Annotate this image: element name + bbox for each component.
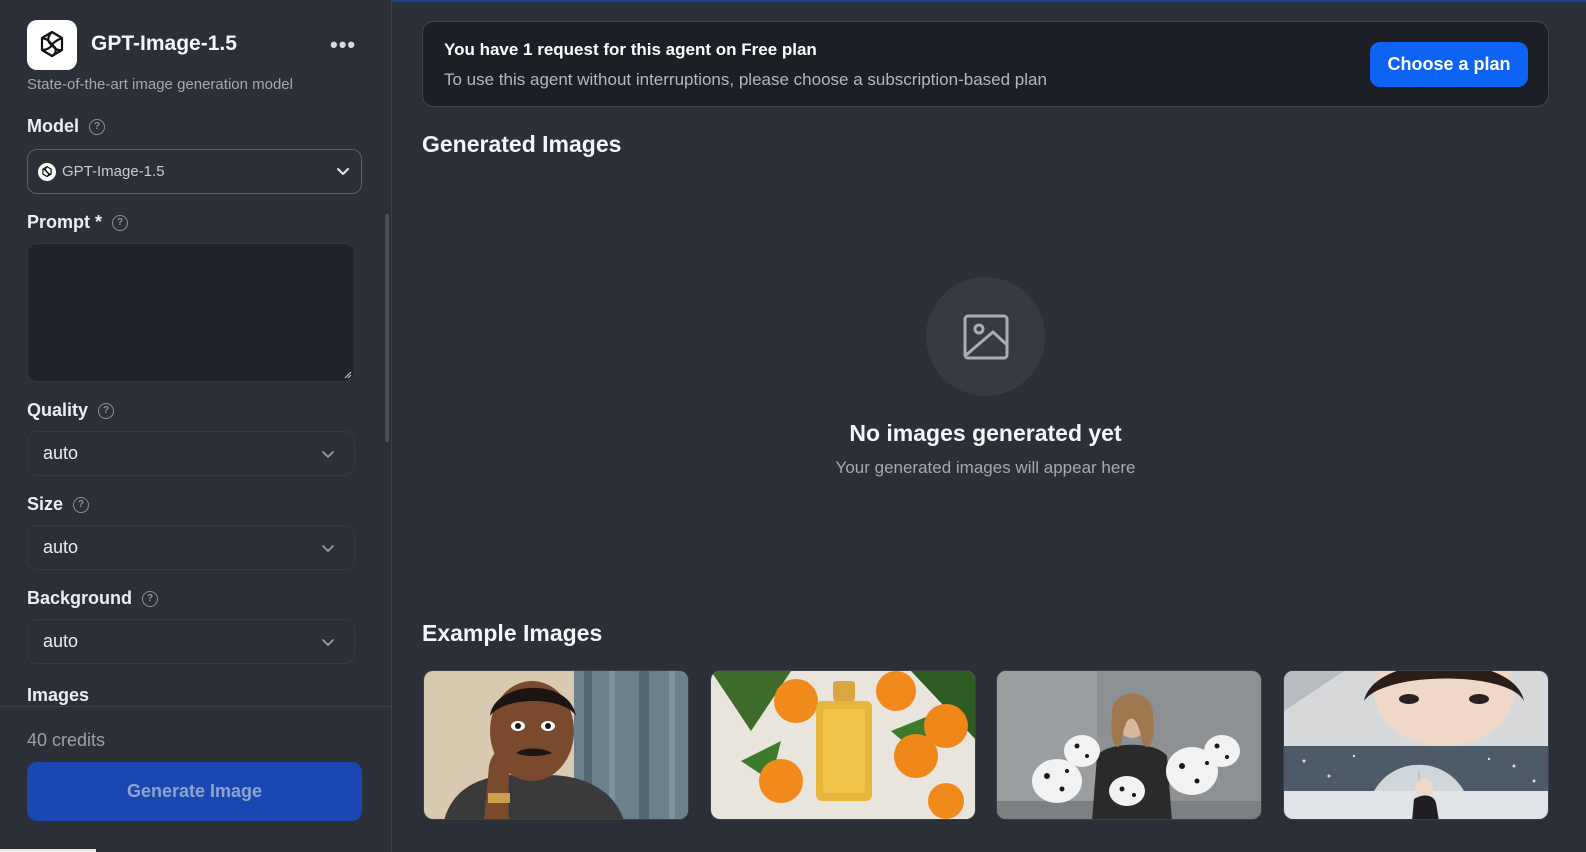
help-icon[interactable]: ?	[142, 590, 159, 607]
perfume-and-oranges-image	[711, 671, 975, 819]
background-label-text: Background	[27, 588, 133, 608]
free-plan-banner: You have 1 request for this agent on Fre…	[422, 21, 1549, 107]
example-images-title: Example Images	[422, 620, 603, 646]
openai-logo-icon	[27, 20, 77, 70]
sidebar-footer: 40 credits Generate Image	[0, 706, 391, 852]
images-label-text: Images	[27, 685, 90, 705]
chevron-down-icon	[322, 639, 334, 646]
background-select[interactable]: auto	[27, 619, 355, 664]
background-select-value: auto	[43, 631, 79, 651]
background-label: Background ?	[27, 588, 159, 609]
size-select-value: auto	[43, 537, 79, 557]
example-image-card[interactable]	[710, 670, 976, 820]
chevron-down-icon	[337, 168, 349, 175]
size-label-text: Size	[27, 494, 64, 514]
generated-images-title: Generated Images	[422, 131, 622, 157]
example-image-card[interactable]	[423, 670, 689, 820]
sidebar-scrollbar[interactable]	[385, 214, 389, 442]
woman-in-snow-image	[1284, 671, 1548, 819]
example-image-card[interactable]	[1283, 670, 1549, 820]
prompt-input[interactable]	[27, 243, 355, 382]
agent-title: GPT-Image-1.5	[91, 32, 237, 55]
prompt-label: Prompt * ?	[27, 212, 129, 233]
banner-text: To use this agent without interruptions,…	[444, 70, 1047, 89]
openai-logo-icon	[38, 162, 56, 181]
model-select[interactable]: GPT-Image-1.5	[27, 149, 362, 194]
model-label: Model ?	[27, 116, 105, 137]
image-placeholder-icon	[963, 314, 1008, 359]
prompt-label-text: Prompt *	[27, 212, 103, 232]
chevron-down-icon	[322, 451, 334, 458]
more-options-button[interactable]: •••	[330, 30, 356, 60]
size-label: Size ?	[27, 494, 90, 515]
banner-title: You have 1 request for this agent on Fre…	[444, 40, 817, 59]
help-icon[interactable]: ?	[73, 496, 90, 513]
agent-subtitle: State-of-the-art image generation model	[27, 76, 293, 93]
size-select[interactable]: auto	[27, 525, 355, 570]
choose-plan-button[interactable]: Choose a plan	[1370, 42, 1528, 87]
credits-count: 40 credits	[27, 730, 106, 750]
example-image-card[interactable]	[996, 670, 1262, 820]
images-label: Images	[27, 685, 89, 706]
quality-label-text: Quality	[27, 400, 89, 420]
settings-sidebar: GPT-Image-1.5 ••• State-of-the-art image…	[0, 0, 392, 852]
woman-with-dalmatians-image	[997, 671, 1261, 819]
model-label-text: Model	[27, 116, 79, 136]
empty-state-circle	[926, 277, 1045, 396]
help-icon[interactable]: ?	[98, 402, 115, 419]
resize-handle-icon[interactable]	[343, 370, 352, 379]
cartoon-man-thinking-image	[424, 671, 688, 819]
model-select-value: GPT-Image-1.5	[62, 163, 165, 180]
quality-label: Quality ?	[27, 400, 115, 421]
help-icon[interactable]: ?	[112, 214, 129, 231]
quality-select-value: auto	[43, 443, 79, 463]
generate-image-button[interactable]: Generate Image	[27, 762, 362, 821]
chevron-down-icon	[322, 545, 334, 552]
help-icon[interactable]: ?	[89, 118, 105, 135]
quality-select[interactable]: auto	[27, 431, 355, 476]
